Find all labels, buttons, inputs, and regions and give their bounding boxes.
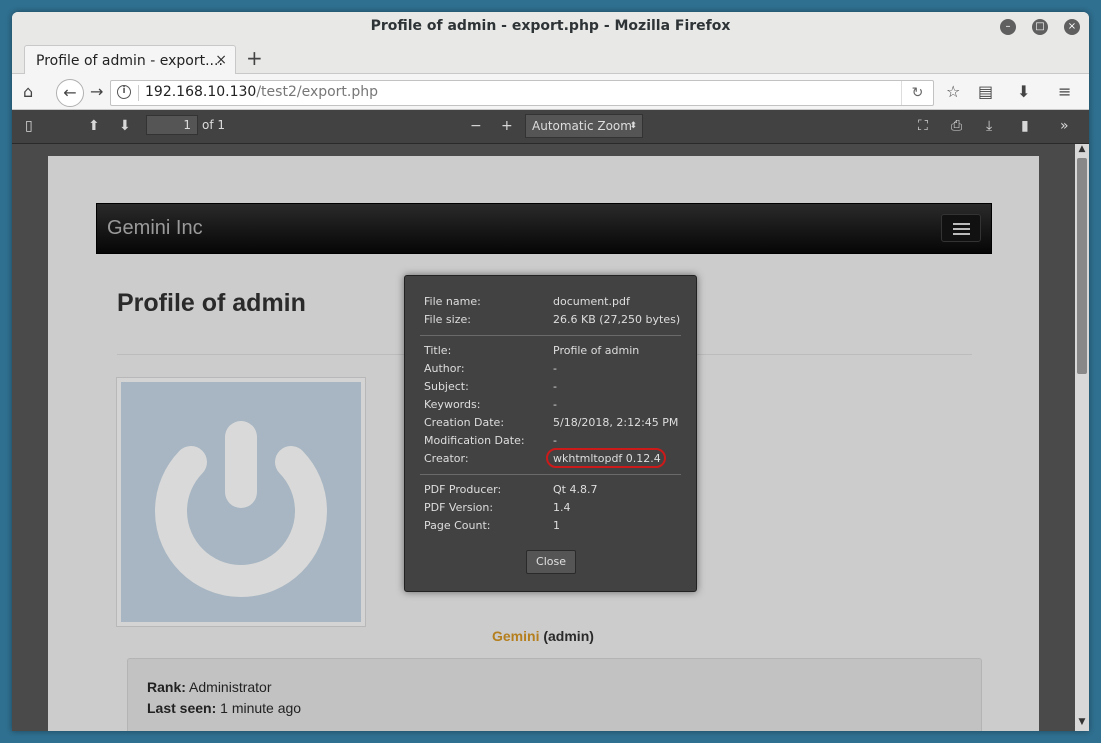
site-info-icon[interactable]: i xyxy=(117,85,131,99)
scrollbar-thumb[interactable] xyxy=(1077,158,1087,374)
browser-window: Profile of admin - export.php - Mozilla … xyxy=(12,12,1089,731)
page-count-value: 1 xyxy=(553,519,560,532)
rank-value: Administrator xyxy=(189,679,272,695)
pdf-version-value: 1.4 xyxy=(553,501,571,514)
minimize-icon[interactable]: – xyxy=(1000,19,1016,35)
subject-label: Subject: xyxy=(424,380,469,393)
last-seen-value: 1 minute ago xyxy=(220,700,302,716)
user-handle: (admin) xyxy=(543,628,594,644)
bookmark-icon[interactable]: ▮ xyxy=(1021,118,1029,134)
dialog-divider xyxy=(420,335,681,336)
creator-highlight-ring xyxy=(546,448,666,468)
author-value: - xyxy=(553,362,557,375)
next-page-icon[interactable]: ⬇ xyxy=(119,118,131,134)
url-bar[interactable]: i 192.168.10.130/test2/export.php ↻ xyxy=(110,80,934,106)
hamburger-icon xyxy=(941,214,981,242)
page-title: Profile of admin xyxy=(117,289,306,317)
tab-label: Profile of admin - export.... xyxy=(36,53,223,69)
brand-name: Gemini Inc xyxy=(107,217,203,239)
rank-row: Rank: Administrator xyxy=(147,679,272,695)
bookmark-star-icon[interactable]: ☆ xyxy=(946,82,960,101)
last-seen-label: Last seen: xyxy=(147,700,217,716)
user-display-name: Gemini xyxy=(492,628,540,644)
creator-label: Creator: xyxy=(424,452,469,465)
zoom-in-icon[interactable]: + xyxy=(501,118,513,134)
creation-date-value: 5/18/2018, 2:12:45 PM xyxy=(553,416,679,429)
page-number-input[interactable]: 1 xyxy=(146,115,198,135)
document-properties-dialog: File name: document.pdf File size: 26.6 … xyxy=(404,275,697,592)
author-label: Author: xyxy=(424,362,465,375)
zoom-out-icon[interactable]: − xyxy=(470,118,482,134)
subject-value: - xyxy=(553,380,557,393)
scroll-up-icon[interactable]: ▲ xyxy=(1075,144,1089,158)
pdf-toolbar: ▯ ⬆ ⬇ 1 of 1 − + Automatic Zoom ⬍ ⛶ ⎙ ⤓ ▮… xyxy=(12,110,1089,144)
file-name-label: File name: xyxy=(424,295,481,308)
page-count-label: Page Count: xyxy=(424,519,491,532)
url-text[interactable]: 192.168.10.130/test2/export.php xyxy=(145,84,378,100)
url-path: /test2/export.php xyxy=(256,84,379,100)
back-icon[interactable]: ← xyxy=(56,79,84,107)
page-count-label: of 1 xyxy=(202,118,226,132)
power-icon xyxy=(121,382,361,622)
scrollbar[interactable]: ▲ ▼ xyxy=(1075,144,1089,731)
tools-icon[interactable]: » xyxy=(1060,118,1069,134)
keywords-value: - xyxy=(553,398,557,411)
sidebar-toggle-icon[interactable]: ▯ xyxy=(25,118,33,134)
pdf-producer-label: PDF Producer: xyxy=(424,483,502,496)
modification-date-label: Modification Date: xyxy=(424,434,525,447)
tab-close-icon[interactable]: × xyxy=(215,52,227,68)
close-window-icon[interactable]: × xyxy=(1064,19,1080,35)
maximize-icon[interactable]: □ xyxy=(1032,19,1048,35)
forward-icon[interactable]: → xyxy=(90,82,103,101)
menu-icon[interactable]: ≡ xyxy=(1058,82,1071,101)
save-pdf-icon[interactable]: ⤓ xyxy=(986,118,992,134)
tab-strip: Profile of admin - export.... × + xyxy=(12,42,1089,75)
modification-date-value: - xyxy=(553,434,557,447)
file-name-value: document.pdf xyxy=(553,295,630,308)
pdf-producer-value: Qt 4.8.7 xyxy=(553,483,598,496)
scroll-down-icon[interactable]: ▼ xyxy=(1075,717,1089,731)
url-divider xyxy=(138,85,139,101)
title-bar: Profile of admin - export.php - Mozilla … xyxy=(12,12,1089,42)
print-icon[interactable]: ⎙ xyxy=(951,118,962,134)
file-size-label: File size: xyxy=(424,313,471,326)
url-host: 192.168.10.130 xyxy=(145,84,257,100)
user-name: Gemini (admin) xyxy=(492,628,594,644)
zoom-value: Automatic Zoom xyxy=(532,119,632,133)
site-navbar: Gemini Inc xyxy=(96,203,992,254)
window-title: Profile of admin - export.php - Mozilla … xyxy=(370,18,731,34)
reading-list-icon[interactable]: ▤ xyxy=(978,82,993,101)
new-tab-icon[interactable]: + xyxy=(246,46,263,70)
previous-page-icon[interactable]: ⬆ xyxy=(88,118,100,134)
home-icon[interactable]: ⌂ xyxy=(23,82,33,101)
profile-card: Rank: Administrator Last seen: 1 minute … xyxy=(127,658,982,731)
pdf-viewer[interactable]: Gemini Inc Profile of admin Gemini (admi… xyxy=(12,144,1089,731)
tab-active[interactable]: Profile of admin - export.... × xyxy=(24,45,236,75)
file-size-value: 26.6 KB (27,250 bytes) xyxy=(553,313,681,326)
avatar xyxy=(116,377,366,627)
navigation-bar: ⌂ ← → i 192.168.10.130/test2/export.php … xyxy=(12,74,1089,110)
close-button[interactable]: Close xyxy=(526,550,576,574)
title-label: Title: xyxy=(424,344,452,357)
title-value: Profile of admin xyxy=(553,344,640,357)
download-icon[interactable]: ⬇ xyxy=(1017,82,1030,101)
rank-label: Rank: xyxy=(147,679,186,695)
zoom-select[interactable]: Automatic Zoom ⬍ xyxy=(525,114,643,138)
creation-date-label: Creation Date: xyxy=(424,416,505,429)
select-arrow-icon: ⬍ xyxy=(629,121,637,131)
last-seen-row: Last seen: 1 minute ago xyxy=(147,700,301,716)
pdf-version-label: PDF Version: xyxy=(424,501,494,514)
presentation-mode-icon[interactable]: ⛶ xyxy=(918,118,928,134)
keywords-label: Keywords: xyxy=(424,398,481,411)
dialog-divider xyxy=(420,474,681,475)
reload-icon[interactable]: ↻ xyxy=(901,81,933,105)
